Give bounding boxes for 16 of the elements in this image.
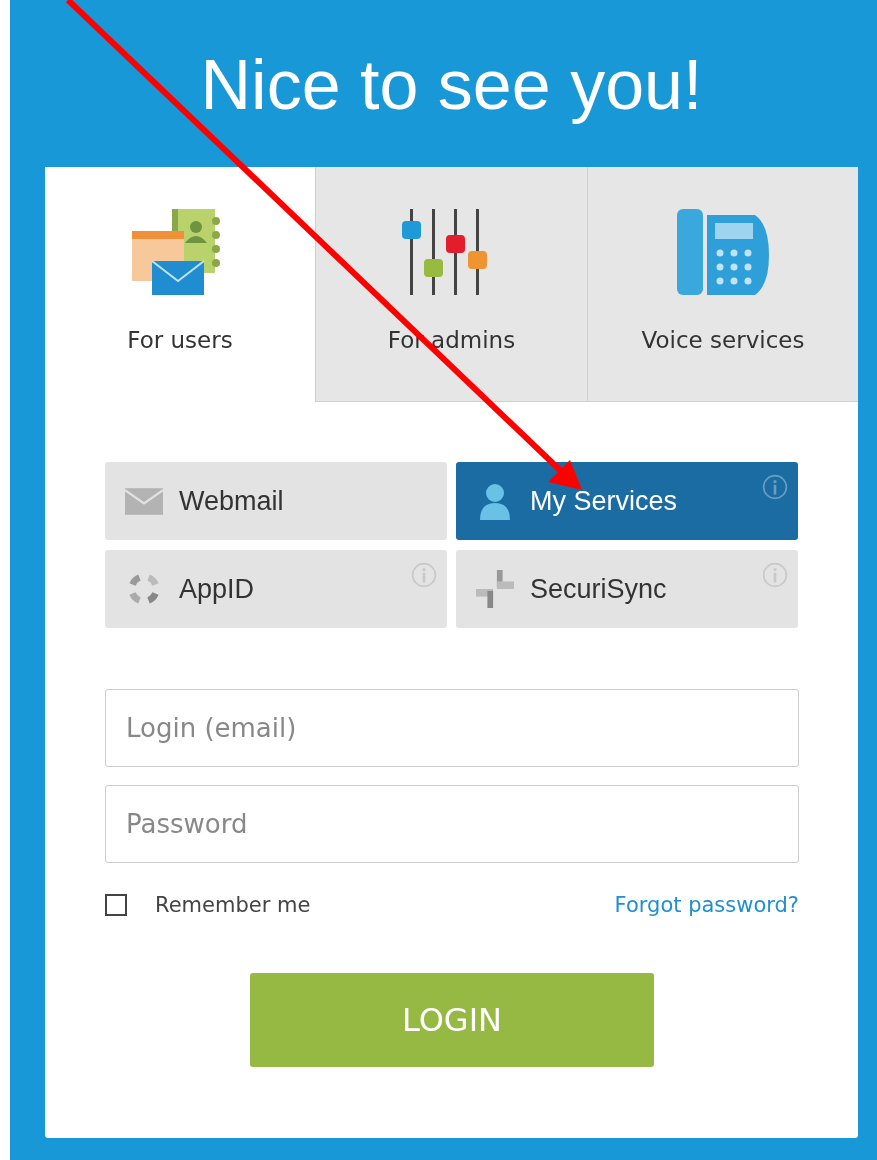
service-button[interactable]: AppID: [105, 550, 447, 628]
info-icon[interactable]: [762, 562, 788, 588]
service-button[interactable]: SecuriSync: [456, 550, 798, 628]
remember-label: Remember me: [155, 893, 312, 917]
service-button[interactable]: My Services: [456, 462, 798, 540]
info-icon[interactable]: [762, 474, 788, 500]
page-title: Nice to see you!: [199, 45, 704, 126]
service-button[interactable]: Webmail: [105, 462, 447, 540]
remember-checkbox[interactable]: [105, 894, 127, 916]
password-field[interactable]: Password: [105, 785, 799, 863]
info-icon[interactable]: [411, 562, 437, 588]
login-field[interactable]: Login (email): [105, 689, 799, 767]
tab[interactable]: Voice services: [587, 167, 858, 402]
cross-icon: [476, 570, 514, 608]
forgot-password-link[interactable]: Forgot password?: [614, 893, 799, 917]
envelope-icon: [125, 487, 163, 515]
